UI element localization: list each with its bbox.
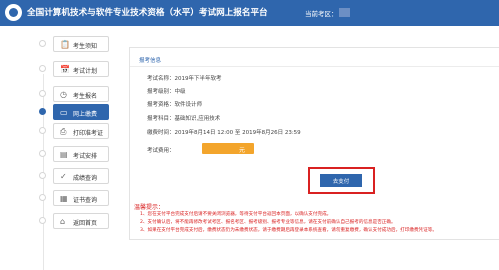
exam-name-row: 考试名称：2019年下半年软考: [147, 76, 222, 82]
timeline-dot: [39, 150, 46, 157]
timeline-dot: [39, 172, 46, 179]
sidebar-item-register[interactable]: ◷ 考生报名: [0, 85, 125, 103]
pay-button-highlight: 去支付: [308, 167, 375, 194]
timeline-dot: [39, 40, 46, 47]
sidebar: 📋 考生须知 📅 考试计划 ◷ 考生报名 ▭ 网上缴费 ⎙ 打印准考证 ▤ 考试…: [0, 34, 125, 270]
fee-amount-badge: 元: [202, 143, 254, 154]
payment-period-row: 缴费时间：2019年8月14日 12:00 至 2019年8月26日 23:59: [147, 130, 301, 136]
sidebar-item-label: 返回首页: [73, 220, 98, 227]
tip-line: 3、如果在支付平台完成支付后，缴费状态仍为未缴费状态，请于缴费期后再登录本系统查…: [140, 228, 437, 233]
nav-box[interactable]: ⌂ 返回首页: [53, 213, 109, 229]
sidebar-item-label: 网上缴费: [73, 111, 98, 118]
sidebar-item-payment[interactable]: ▭ 网上缴费: [0, 103, 125, 121]
sidebar-item-label: 打印准考证: [73, 130, 104, 137]
schedule-icon: ▤: [60, 150, 68, 159]
region-label: 当前考区：: [305, 10, 338, 18]
region-value-masked: [339, 8, 350, 17]
pay-button[interactable]: 去支付: [320, 174, 362, 187]
fee-label: 考试费用：: [147, 148, 175, 154]
card-icon: ▭: [60, 108, 68, 117]
section-title: 报考信息: [139, 58, 162, 64]
qualification-row: 报考资格：软件设计师: [147, 102, 203, 108]
notice-icon: 📋: [60, 40, 70, 49]
nav-box[interactable]: 📋 考生须知: [53, 36, 109, 52]
timeline-dot: [39, 65, 46, 72]
sidebar-item-label: 证书查询: [73, 197, 98, 204]
exam-level-row: 报考级别：中级: [147, 89, 186, 95]
sidebar-item-schedule[interactable]: ▤ 考试安排: [0, 145, 125, 163]
fee-unit: 元: [238, 147, 245, 154]
sidebar-item-label: 考试计划: [73, 68, 98, 75]
sidebar-item-label: 考生须知: [73, 43, 98, 50]
fee-row: 考试费用： 元: [147, 143, 254, 154]
nav-box[interactable]: ◷ 考生报名: [53, 86, 109, 102]
sidebar-item-home[interactable]: ⌂ 返回首页: [0, 212, 125, 230]
nav-box[interactable]: 📅 考试计划: [53, 61, 109, 77]
nav-box[interactable]: ▭ 网上缴费: [53, 104, 109, 120]
subjects-row: 报考科目：基础知识,应用技术: [147, 116, 221, 122]
home-icon: ⌂: [60, 217, 66, 226]
printer-icon: ⎙: [60, 127, 67, 136]
timeline-dot: [39, 127, 46, 134]
sidebar-item-plan[interactable]: 📅 考试计划: [0, 60, 125, 78]
timeline-dot: [39, 194, 46, 201]
logo-icon: [5, 4, 22, 21]
nav-box[interactable]: ▤ 考试安排: [53, 146, 109, 162]
sidebar-item-print-ticket[interactable]: ⎙ 打印准考证: [0, 122, 125, 140]
tip-line: 1、您在支付平台完成支付后请不要关闭浏览器，等待支付平台返回本页面，以确认支付完…: [140, 212, 332, 217]
sidebar-item-notice[interactable]: 📋 考生须知: [0, 35, 125, 53]
sidebar-item-label: 考生报名: [73, 93, 98, 100]
tips-title: 温馨提示：: [134, 204, 165, 211]
site-title: 全国计算机技术与软件专业技术资格（水平）考试网上报名平台: [27, 8, 268, 18]
nav-box[interactable]: ▦ 证书查询: [53, 190, 109, 206]
checkmark-icon: ✓: [60, 172, 67, 181]
calendar-icon: 📅: [60, 65, 70, 74]
timeline-dot: [39, 90, 46, 97]
sidebar-item-label: 考试安排: [73, 153, 98, 160]
timeline-dot: [39, 217, 46, 224]
sidebar-item-certificate[interactable]: ▦ 证书查询: [0, 189, 125, 207]
certificate-icon: ▦: [60, 194, 68, 203]
timeline-dot: [39, 108, 46, 115]
top-bar: 全国计算机技术与软件专业技术资格（水平）考试网上报名平台 当前考区：: [0, 0, 499, 26]
nav-box[interactable]: ✓ 成绩查询: [53, 168, 109, 184]
sidebar-item-label: 成绩查询: [73, 175, 98, 182]
divider: [130, 66, 499, 67]
registration-info-panel: 报考信息 考试名称：2019年下半年软考 报考级别：中级 报考资格：软件设计师 …: [129, 47, 499, 240]
clock-icon: ◷: [60, 90, 67, 99]
tip-line: 2、支付确认后，将不能再修改考试考区、报名考区、报考级别、报考专业等信息，请在支…: [140, 220, 396, 225]
sidebar-item-scores[interactable]: ✓ 成绩查询: [0, 167, 125, 185]
nav-box[interactable]: ⎙ 打印准考证: [53, 123, 109, 139]
